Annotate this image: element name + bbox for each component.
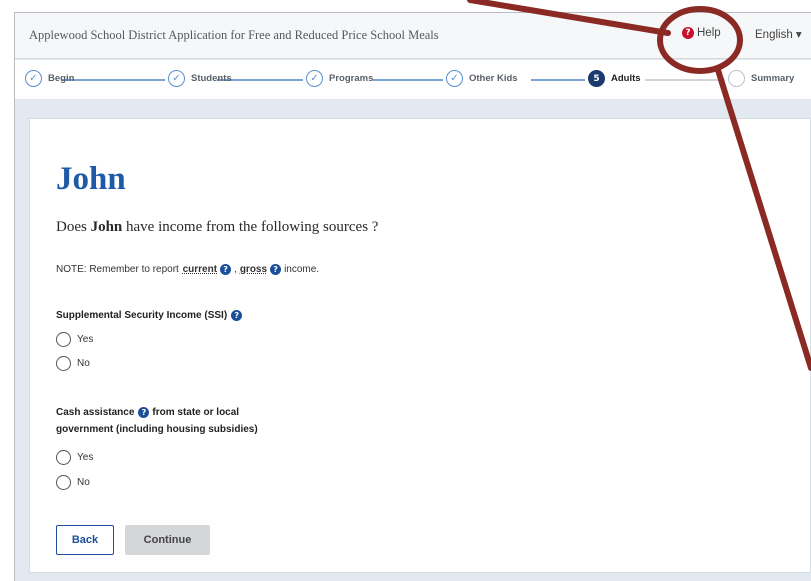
note-separator: ,: [234, 264, 237, 275]
radio-circle-icon: [56, 356, 71, 371]
step-begin[interactable]: ✓ Begin: [25, 70, 74, 87]
radio-circle-icon: [56, 475, 71, 490]
radio-circle-icon: [56, 332, 71, 347]
check-icon: ✓: [168, 70, 185, 87]
info-icon[interactable]: ?: [138, 407, 150, 418]
step-connector: [531, 79, 585, 81]
step-label: Summary: [751, 73, 795, 84]
step-students[interactable]: ✓ Students: [168, 70, 232, 87]
question-suffix: have income from the following sources ?: [122, 219, 379, 235]
ssi-label: Supplemental Security Income (SSI) ?: [56, 307, 245, 324]
check-icon: ✓: [446, 70, 463, 87]
cash-no-radio[interactable]: No: [56, 475, 90, 490]
ssi-label-text: Supplemental Security Income (SSI): [56, 310, 228, 321]
cash-label-part2: from state or local: [152, 407, 240, 418]
back-button[interactable]: Back: [56, 525, 114, 555]
note-suffix: income.: [284, 264, 320, 275]
top-bar: Applewood School District Application fo…: [15, 13, 811, 59]
term-current-link[interactable]: current: [183, 264, 217, 275]
step-pending-icon: [728, 70, 745, 87]
check-icon: ✓: [25, 70, 42, 87]
help-question-icon: ?: [682, 27, 694, 39]
radio-label: Yes: [77, 452, 94, 463]
income-question: Does John have income from the following…: [56, 219, 378, 236]
help-link[interactable]: ? Help: [682, 27, 721, 39]
cash-label-part1: Cash assistance: [56, 407, 135, 418]
info-icon[interactable]: ?: [270, 264, 282, 275]
term-gross-link[interactable]: gross: [240, 264, 267, 275]
step-summary[interactable]: Summary: [728, 70, 794, 87]
income-form-card: John Does John have income from the foll…: [29, 118, 811, 573]
radio-label: No: [77, 477, 90, 488]
page-title: John: [56, 161, 126, 197]
step-connector: [373, 79, 443, 81]
info-icon[interactable]: ?: [220, 264, 232, 275]
ssi-yes-radio[interactable]: Yes: [56, 332, 93, 347]
cash-label-part3: government (including housing subsidies): [56, 424, 258, 435]
step-label: Students: [191, 73, 232, 84]
income-note: NOTE: Remember to report current ? , gro…: [56, 264, 319, 275]
step-label: Begin: [48, 73, 75, 84]
step-connector: [645, 79, 725, 81]
info-icon[interactable]: ?: [231, 310, 243, 321]
step-label: Programs: [329, 73, 374, 84]
radio-circle-icon: [56, 450, 71, 465]
check-icon: ✓: [306, 70, 323, 87]
note-prefix: NOTE: Remember to report: [56, 264, 182, 275]
continue-button[interactable]: Continue: [125, 525, 210, 555]
progress-steps: ✓ Begin ✓ Students ✓ Programs ✓ Other Ki…: [15, 60, 811, 100]
step-programs[interactable]: ✓ Programs: [306, 70, 373, 87]
step-other-kids[interactable]: ✓ Other Kids: [446, 70, 518, 87]
language-select[interactable]: English ▾: [755, 27, 802, 41]
step-label: Other Kids: [469, 73, 518, 84]
ssi-no-radio[interactable]: No: [56, 356, 90, 371]
app-title: Applewood School District Application fo…: [29, 28, 439, 42]
step-label: Adults: [611, 73, 641, 84]
step-number-icon: 5: [588, 70, 605, 87]
step-connector: [62, 79, 165, 81]
cash-assistance-label: Cash assistance ? from state or local go…: [56, 404, 316, 438]
question-name: John: [90, 219, 123, 235]
step-adults[interactable]: 5 Adults: [588, 70, 641, 87]
question-prefix: Does: [56, 219, 91, 235]
radio-label: No: [77, 358, 90, 369]
cash-yes-radio[interactable]: Yes: [56, 450, 93, 465]
help-label: Help: [697, 27, 721, 39]
app-window: Applewood School District Application fo…: [14, 12, 811, 581]
radio-label: Yes: [77, 334, 94, 345]
